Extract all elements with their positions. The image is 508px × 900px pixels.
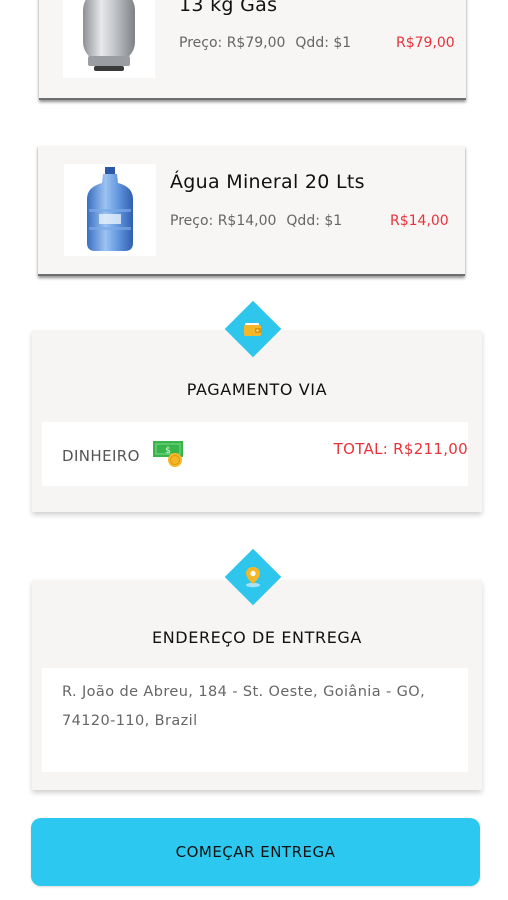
product-name: 13 kg Gás bbox=[179, 0, 278, 16]
svg-text:$: $ bbox=[165, 446, 171, 456]
product-thumbnail bbox=[63, 0, 155, 78]
product-card[interactable]: Água Mineral 20 Lts Preço: R$14,00 Qdd: $… bbox=[38, 146, 465, 276]
unit-price: Preço: R$14,00 bbox=[170, 213, 277, 229]
cash-icon: $ bbox=[153, 441, 183, 467]
product-thumbnail bbox=[64, 164, 156, 256]
quantity: Qdd: $1 bbox=[295, 35, 352, 51]
product-subtotal: R$14,00 bbox=[390, 213, 449, 229]
order-total: TOTAL: R$211,00 bbox=[333, 440, 468, 458]
product-name: Água Mineral 20 Lts bbox=[170, 171, 365, 193]
quantity: Qdd: $1 bbox=[286, 213, 343, 229]
delivery-address-section: ENDEREÇO DE ENTREGA R. João de Abreu, 18… bbox=[32, 580, 482, 790]
product-subtotal: R$79,00 bbox=[396, 35, 455, 51]
delivery-title: ENDEREÇO DE ENTREGA bbox=[152, 628, 362, 647]
product-price-line: Preço: R$14,00 Qdd: $1 bbox=[170, 213, 342, 229]
product-price-line: Preço: R$79,00 Qdd: $1 bbox=[179, 35, 351, 51]
payment-method: DINHEIRO bbox=[62, 447, 140, 465]
payment-section: PAGAMENTO VIA DINHEIRO $ TOTAL: R$211,00 bbox=[32, 330, 482, 512]
location-pin-icon bbox=[246, 567, 260, 588]
wallet-icon bbox=[244, 323, 261, 336]
start-delivery-button[interactable]: COMEÇAR ENTREGA bbox=[31, 818, 480, 886]
unit-price: Preço: R$79,00 bbox=[179, 35, 286, 51]
product-card[interactable]: 13 kg Gás Preço: R$79,00 Qdd: $1 R$79,00 bbox=[39, 0, 466, 100]
address-box: R. João de Abreu, 184 - St. Oeste, Goiân… bbox=[42, 668, 468, 772]
payment-title: PAGAMENTO VIA bbox=[186, 380, 328, 399]
payment-details: DINHEIRO $ TOTAL: R$211,00 bbox=[42, 422, 468, 486]
water-jug-icon bbox=[87, 167, 133, 251]
gas-cylinder-icon bbox=[83, 0, 135, 71]
delivery-address: R. João de Abreu, 184 - St. Oeste, Goiân… bbox=[62, 684, 426, 729]
